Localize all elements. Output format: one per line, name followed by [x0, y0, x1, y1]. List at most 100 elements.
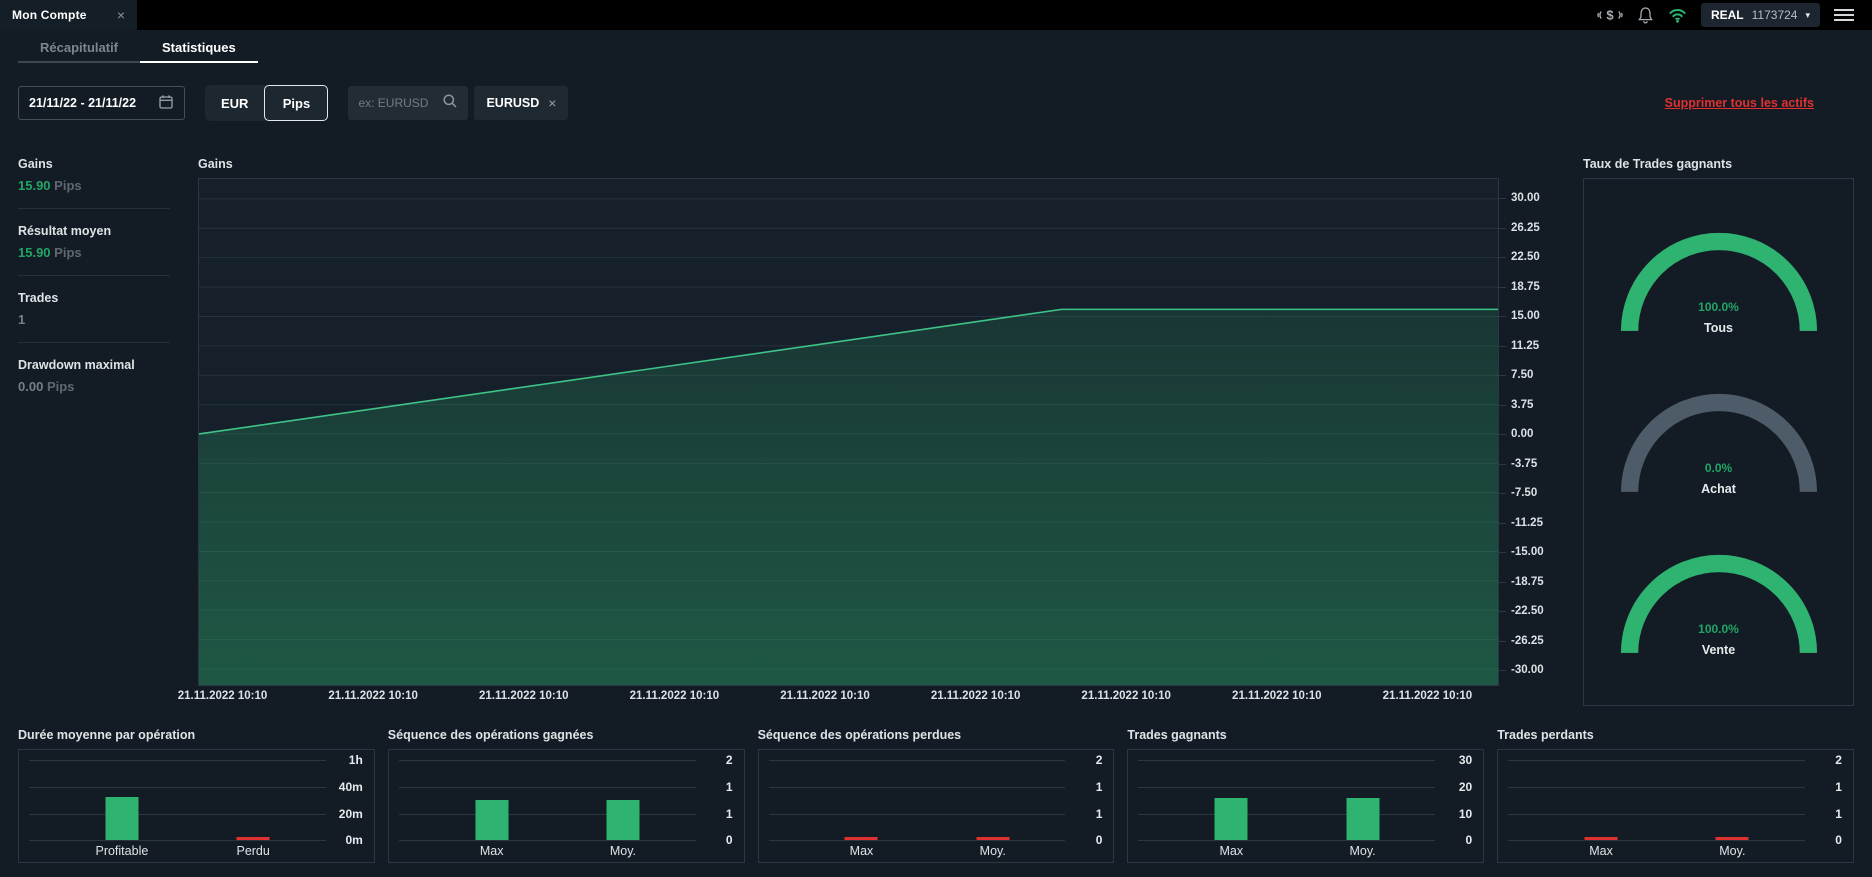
win-rate-title: Taux de Trades gagnants	[1583, 157, 1854, 171]
gridline	[399, 760, 696, 761]
stat-trades: Trades 1	[18, 291, 170, 327]
stat-resultat-moyen: Résultat moyen 15.90 Pips	[18, 224, 170, 260]
y-axis-tick: 30	[1459, 752, 1472, 768]
gridline	[769, 814, 1066, 815]
gains-chart-section: Gains 30.0026.2522.5018.7515.0011.257.50…	[198, 135, 1561, 712]
y-axis-tick: -30.00	[1511, 662, 1544, 678]
bar-profitable	[105, 797, 138, 840]
y-axis-tick: 20	[1459, 779, 1472, 795]
account-window-tab[interactable]: Mon Compte ×	[0, 0, 137, 30]
x-axis-tick: 21.11.2022 10:10	[1383, 690, 1473, 702]
topbar: Mon Compte × $	[0, 0, 1872, 30]
account-type-badge: REAL	[1711, 8, 1744, 22]
x-axis-tick: 21.11.2022 10:10	[328, 690, 418, 702]
unit-pips-button[interactable]: Pips	[264, 85, 328, 121]
chevron-down-icon: ▾	[1805, 10, 1810, 21]
bar-max	[1585, 837, 1618, 840]
mini-chart-winning-trades: Trades gagnants3020100MaxMoy.	[1127, 728, 1484, 863]
gridline	[29, 814, 326, 815]
gridline	[1138, 760, 1435, 761]
category-label: Max	[480, 844, 504, 858]
y-axis-tick: 1	[1096, 779, 1103, 795]
category-label: Perdu	[236, 844, 269, 858]
mini-chart-plot: 1h40m20m0mProfitablePerdu	[18, 749, 375, 863]
y-axis-tick: 1	[1835, 806, 1842, 822]
stat-drawdown: Drawdown maximal 0.00 Pips	[18, 358, 170, 394]
mini-chart-plot: 2110MaxMoy.	[1497, 749, 1854, 863]
y-axis-tick: 0	[1835, 832, 1842, 848]
asset-search-input[interactable]	[358, 96, 436, 110]
gridline	[399, 814, 696, 815]
menu-icon[interactable]	[1834, 7, 1854, 23]
gauge-value: 0.0%	[1610, 461, 1828, 475]
connection-wifi-icon	[1668, 8, 1687, 23]
y-axis-tick: -3.75	[1511, 456, 1537, 472]
topbar-actions: $ REAL 1173724 ▾	[1597, 0, 1872, 30]
y-axis-tick: 30.00	[1511, 190, 1540, 206]
svg-text:$: $	[1606, 8, 1614, 23]
main-content: Gains 15.90 Pips Résultat moyen 15.90 Pi…	[0, 135, 1872, 712]
date-range-picker[interactable]: 21/11/22 - 21/11/22	[18, 86, 185, 120]
x-axis-tick: 21.11.2022 10:10	[630, 690, 720, 702]
remove-all-assets-link[interactable]: Supprimer tous les actifs	[1665, 96, 1814, 110]
close-tab-icon[interactable]: ×	[117, 8, 125, 22]
y-axis-tick: 1h	[349, 752, 363, 768]
gauge-achat: 0.0%Achat	[1610, 383, 1828, 501]
account-selector[interactable]: REAL 1173724 ▾	[1701, 3, 1820, 27]
currency-eur-button[interactable]: EUR	[205, 85, 264, 121]
y-axis-tick: -7.50	[1511, 485, 1537, 501]
price-alert-dollar-icon[interactable]: $	[1597, 7, 1623, 23]
bar-max	[1215, 798, 1248, 840]
y-axis-tick: 1	[1096, 806, 1103, 822]
y-axis-tick: 10	[1459, 806, 1472, 822]
summary-stats: Gains 15.90 Pips Résultat moyen 15.90 Pi…	[18, 135, 170, 394]
bar-moy	[1716, 837, 1749, 840]
mini-chart-title: Durée moyenne par opération	[18, 728, 375, 742]
y-axis-tick: -22.50	[1511, 603, 1544, 619]
gridline	[29, 760, 326, 761]
x-axis-tick: 21.11.2022 10:10	[1081, 690, 1171, 702]
asset-chip-label: EURUSD	[486, 96, 539, 110]
notifications-bell-icon[interactable]	[1637, 6, 1654, 24]
remove-asset-icon[interactable]: ×	[548, 95, 556, 111]
gridline	[1138, 840, 1435, 841]
x-axis-tick: 21.11.2022 10:10	[931, 690, 1021, 702]
y-axis-tick: 18.75	[1511, 279, 1540, 295]
gridline	[29, 840, 326, 841]
mini-chart-title: Trades perdants	[1497, 728, 1854, 742]
filter-bar: 21/11/22 - 21/11/22 EUR Pips EURUSD × Su…	[0, 63, 1872, 135]
y-axis-tick: 1	[726, 779, 733, 795]
mini-chart-plot: 2110MaxMoy.	[388, 749, 745, 863]
tab-statistiques[interactable]: Statistiques	[140, 30, 258, 63]
search-icon[interactable]	[442, 93, 458, 114]
gains-chart-title: Gains	[198, 157, 1561, 171]
gauge-value: 100.0%	[1610, 622, 1828, 636]
mini-chart-losing-trades: Trades perdants2110MaxMoy.	[1497, 728, 1854, 863]
mini-charts-row: Durée moyenne par opération 1h40m20m0mPro…	[0, 712, 1872, 863]
gridline	[29, 787, 326, 788]
bar-moy	[976, 837, 1009, 840]
mini-chart-plot: 2110MaxMoy.	[758, 749, 1115, 863]
gridline	[1508, 814, 1805, 815]
y-axis-tick: 3.75	[1511, 397, 1533, 413]
tab-recapitulatif[interactable]: Récapitulatif	[18, 30, 140, 63]
bar-moy	[1346, 798, 1379, 840]
gains-area-chart	[198, 178, 1499, 686]
mini-chart-plot: 3020100MaxMoy.	[1127, 749, 1484, 863]
unit-toggle-group: EUR Pips	[205, 85, 328, 121]
x-axis-tick: 21.11.2022 10:10	[479, 690, 569, 702]
asset-chip-eurusd: EURUSD ×	[474, 86, 568, 120]
account-tab-title: Mon Compte	[12, 8, 87, 22]
y-axis-tick: 22.50	[1511, 249, 1540, 265]
stat-gains: Gains 15.90 Pips	[18, 157, 170, 193]
mini-chart-title: Trades gagnants	[1127, 728, 1484, 742]
gridline	[1138, 814, 1435, 815]
y-axis-tick: 0m	[345, 832, 362, 848]
y-axis-tick: 15.00	[1511, 308, 1540, 324]
y-axis-tick: 7.50	[1511, 367, 1533, 383]
bar-max	[475, 800, 508, 840]
category-label: Max	[1589, 844, 1613, 858]
date-range-value: 21/11/22 - 21/11/22	[29, 96, 136, 110]
gauge-value: 100.0%	[1610, 300, 1828, 314]
category-label: Max	[850, 844, 874, 858]
